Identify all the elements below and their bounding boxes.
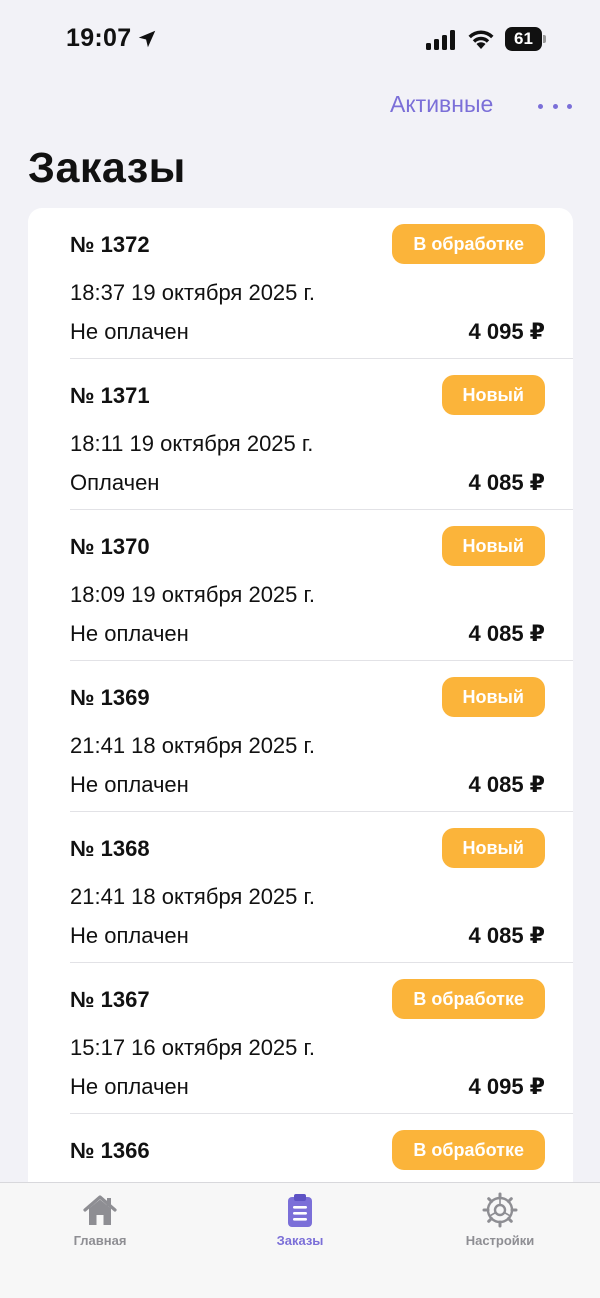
order-datetime: 21:41 18 октября 2025 г. [70, 884, 315, 909]
order-row[interactable]: № 1371 Новый 18:11 19 октября 2025 г. Оп… [28, 359, 573, 510]
tab-home[interactable]: Главная [0, 1183, 200, 1263]
order-number: № 1368 [70, 836, 150, 861]
payment-status: Оплачен [70, 470, 160, 495]
payment-status: Не оплачен [70, 1074, 189, 1099]
status-badge: Новый [441, 526, 545, 566]
order-datetime: 18:37 19 октября 2025 г. [70, 280, 315, 305]
cellular-signal-icon [426, 30, 455, 50]
status-bar: 19:07 61 [0, 0, 600, 80]
tab-bar: Главная Заказы Настройки [0, 1182, 600, 1298]
location-arrow-icon [138, 30, 156, 48]
status-time: 19:07 [66, 24, 132, 52]
order-total: 4 095 ₽ [468, 319, 545, 344]
tab-label: Настройки [465, 1233, 535, 1248]
filter-active-button[interactable]: Активные [390, 91, 493, 118]
order-number: № 1366 [70, 1138, 150, 1163]
order-number: № 1370 [70, 534, 150, 559]
order-datetime: 15:17 16 октября 2025 г. [70, 1035, 315, 1060]
battery-tip [543, 35, 546, 43]
payment-status: Не оплачен [70, 319, 189, 344]
order-number: № 1369 [70, 685, 150, 710]
payment-status: Не оплачен [70, 923, 189, 948]
gear-icon [482, 1192, 518, 1228]
order-row[interactable]: № 1372 В обработке 18:37 19 октября 2025… [28, 208, 573, 359]
more-dot-icon [567, 103, 572, 109]
screen: 19:07 61 Активные Заказы № 1372 В обрабо… [0, 0, 600, 1298]
status-badge: В обработке [392, 979, 545, 1019]
status-badge: Новый [441, 677, 545, 717]
payment-status: Не оплачен [70, 772, 189, 797]
status-badge: Новый [441, 375, 545, 415]
order-number: № 1371 [70, 383, 150, 408]
order-datetime: 18:11 19 октября 2025 г. [70, 431, 314, 456]
tab-settings[interactable]: Настройки [400, 1183, 600, 1263]
more-options-button[interactable] [538, 96, 572, 116]
wifi-icon [468, 30, 494, 49]
battery-indicator: 61 [505, 27, 547, 51]
more-dot-icon [538, 103, 543, 109]
clipboard-icon [288, 1194, 312, 1227]
payment-status: Не оплачен [70, 621, 189, 646]
order-total: 4 085 ₽ [468, 772, 545, 797]
order-number: № 1372 [70, 232, 150, 257]
tab-label: Главная [73, 1233, 127, 1248]
order-total: 4 085 ₽ [468, 621, 545, 646]
status-badge: Новый [441, 828, 545, 868]
status-badge: В обработке [392, 1130, 545, 1170]
status-badge: В обработке [392, 224, 545, 264]
tab-label: Заказы [276, 1233, 324, 1248]
order-datetime: 21:41 18 октября 2025 г. [70, 733, 315, 758]
order-row[interactable]: № 1367 В обработке 15:17 16 октября 2025… [28, 963, 573, 1114]
order-number: № 1367 [70, 987, 150, 1012]
house-icon [83, 1195, 117, 1225]
order-total: 4 085 ₽ [468, 470, 545, 495]
page-title: Заказы [28, 144, 186, 192]
order-row[interactable]: № 1370 Новый 18:09 19 октября 2025 г. Не… [28, 510, 573, 661]
order-total: 4 095 ₽ [468, 1074, 545, 1099]
order-total: 4 085 ₽ [468, 923, 545, 948]
order-row[interactable]: № 1368 Новый 21:41 18 октября 2025 г. Не… [28, 812, 573, 963]
battery-level: 61 [505, 27, 542, 51]
order-row[interactable]: № 1369 Новый 21:41 18 октября 2025 г. Не… [28, 661, 573, 812]
orders-list: № 1372 В обработке 18:37 19 октября 2025… [28, 208, 573, 1298]
order-datetime: 18:09 19 октября 2025 г. [70, 582, 315, 607]
more-dot-icon [552, 103, 558, 109]
tab-orders[interactable]: Заказы [200, 1183, 400, 1263]
